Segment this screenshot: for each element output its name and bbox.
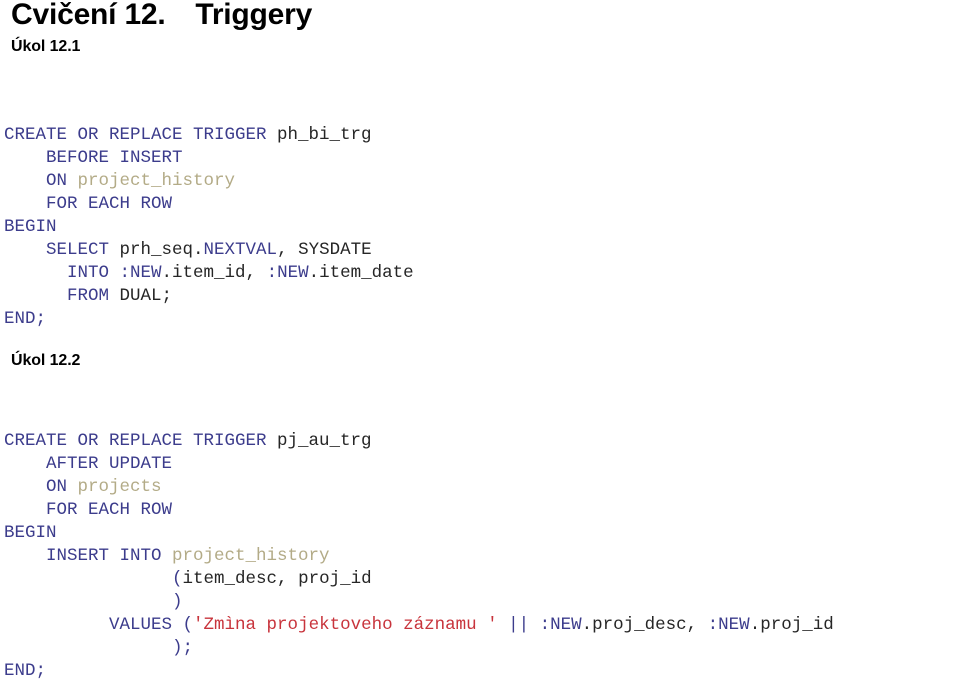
- code-token-op: (: [182, 614, 194, 635]
- code-block-task-2: CREATE OR REPLACE TRIGGER pj_au_trg AFTE…: [4, 430, 834, 683]
- code-line: END;: [4, 308, 414, 331]
- code-token-id: item_desc, proj_id: [182, 568, 372, 589]
- code-line: FOR EACH ROW: [4, 193, 414, 216]
- code-token-id: .proj_desc,: [581, 614, 708, 635]
- code-token-id: ph_bi_trg: [277, 124, 372, 145]
- code-token-tbl: project_history: [77, 170, 236, 191]
- code-token-tbl: projects: [77, 476, 162, 497]
- code-line: (item_desc, proj_id: [4, 568, 834, 591]
- code-token-kw: FOR EACH ROW: [4, 499, 173, 520]
- code-token-op: );: [172, 637, 194, 658]
- code-token-id: DUAL;: [119, 285, 173, 306]
- code-token-kw: :NEW: [539, 614, 582, 635]
- code-token-kw: FROM: [4, 285, 120, 306]
- code-line: ON project_history: [4, 170, 414, 193]
- code-token-kw: CREATE OR REPLACE TRIGGER: [4, 430, 278, 451]
- code-token-kw: ON: [4, 476, 78, 497]
- section-heading-task-2: Úkol 12.2: [11, 352, 81, 369]
- code-token-kw: VALUES: [4, 614, 183, 635]
- code-token-op: ||: [497, 614, 540, 635]
- code-token-kw: BEGIN: [4, 216, 57, 237]
- code-line: BEFORE INSERT: [4, 147, 414, 170]
- code-line: END;: [4, 660, 834, 683]
- code-token-kw: END;: [4, 660, 47, 681]
- code-token-id: .proj_id: [749, 614, 834, 635]
- page-title: Cvičení 12. Triggery: [11, 0, 313, 31]
- code-token-id: [4, 569, 172, 589]
- code-line: ON projects: [4, 476, 834, 499]
- code-line: CREATE OR REPLACE TRIGGER ph_bi_trg: [4, 124, 414, 147]
- code-line: SELECT prh_seq.NEXTVAL, SYSDATE: [4, 239, 414, 262]
- section-heading-task-1: Úkol 12.1: [11, 38, 81, 55]
- code-token-kw: ON: [4, 170, 78, 191]
- code-line: ): [4, 591, 834, 614]
- code-token-tbl: project_history: [172, 545, 330, 566]
- code-line: INTO :NEW.item_id, :NEW.item_date: [4, 262, 414, 285]
- code-token-str: 'Zmìna projektoveho záznamu ': [193, 614, 498, 635]
- code-token-op: ): [172, 591, 183, 612]
- code-token-op: (: [172, 568, 183, 589]
- document-page: Cvičení 12. Triggery Úkol 12.1 CREATE OR…: [0, 0, 959, 681]
- code-token-kw: INSERT INTO: [4, 545, 173, 566]
- code-token-kw: NEXTVAL: [203, 239, 278, 260]
- code-token-kw: FOR EACH ROW: [4, 193, 173, 214]
- code-token-kw: END;: [4, 308, 47, 329]
- code-token-kw: BEGIN: [4, 522, 57, 543]
- code-block-task-1: CREATE OR REPLACE TRIGGER ph_bi_trg BEFO…: [4, 124, 414, 331]
- code-token-id: .item_date: [308, 262, 414, 283]
- code-token-kw: SELECT: [4, 239, 120, 260]
- code-line: VALUES ('Zmìna projektoveho záznamu ' ||…: [4, 614, 834, 637]
- code-line: INSERT INTO project_history: [4, 545, 834, 568]
- code-line: AFTER UPDATE: [4, 453, 834, 476]
- code-token-id: prh_seq.: [119, 239, 204, 260]
- code-token-id: , SYSDATE: [277, 239, 372, 260]
- code-line: CREATE OR REPLACE TRIGGER pj_au_trg: [4, 430, 834, 453]
- code-token-kw: :NEW: [266, 262, 309, 283]
- code-token-kw: :NEW: [707, 614, 750, 635]
- code-line: FROM DUAL;: [4, 285, 414, 308]
- code-token-kw: CREATE OR REPLACE TRIGGER: [4, 124, 278, 145]
- code-token-kw: BEFORE INSERT: [4, 147, 183, 168]
- code-line: BEGIN: [4, 216, 414, 239]
- code-token-id: pj_au_trg: [277, 430, 372, 451]
- code-token-id: .item_id,: [161, 262, 267, 283]
- code-line: );: [4, 637, 834, 660]
- code-token-kw: INTO: [4, 262, 120, 283]
- code-token-kw: :NEW: [119, 262, 162, 283]
- code-line: BEGIN: [4, 522, 834, 545]
- code-token-kw: AFTER UPDATE: [4, 453, 173, 474]
- code-line: FOR EACH ROW: [4, 499, 834, 522]
- code-token-id: [4, 638, 172, 658]
- code-token-id: [4, 592, 172, 612]
